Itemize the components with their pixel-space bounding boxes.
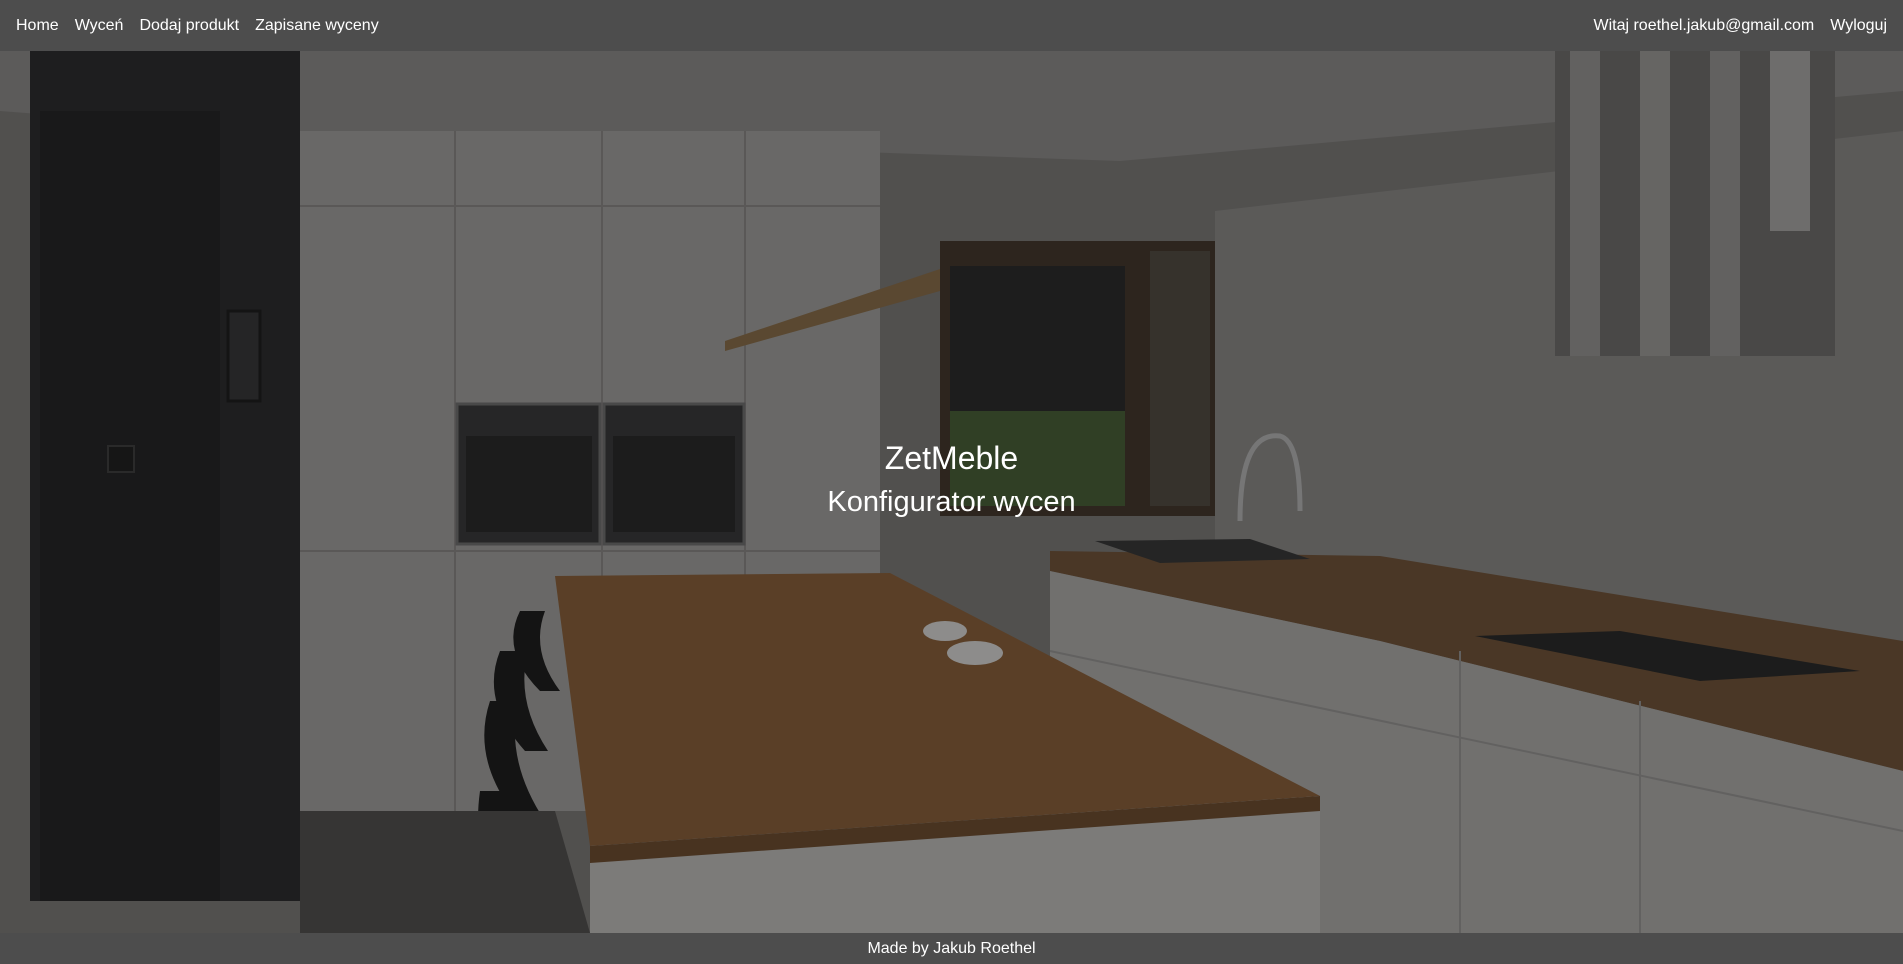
logout-link[interactable]: Wyloguj xyxy=(1830,17,1887,35)
nav-left-group: Home Wyceń Dodaj produkt Zapisane wyceny xyxy=(16,17,395,35)
hero-text-block: ZetMeble Konfigurator wycen xyxy=(0,436,1903,524)
top-navbar: Home Wyceń Dodaj produkt Zapisane wyceny… xyxy=(0,0,1903,51)
nav-saved-quotes-link[interactable]: Zapisane wyceny xyxy=(255,17,379,35)
page: Home Wyceń Dodaj produkt Zapisane wyceny… xyxy=(0,0,1903,964)
page-footer: Made by Jakub Roethel xyxy=(0,933,1903,964)
welcome-user-text: Witaj roethel.jakub@gmail.com xyxy=(1593,16,1815,34)
hero-section: ZetMeble Konfigurator wycen xyxy=(0,51,1903,933)
footer-credit-text: Made by Jakub Roethel xyxy=(867,939,1036,957)
hero-subtitle: Konfigurator wycen xyxy=(827,486,1076,518)
nav-add-product-link[interactable]: Dodaj produkt xyxy=(139,17,239,35)
nav-right-group: Witaj roethel.jakub@gmail.com Wyloguj xyxy=(1593,17,1887,35)
nav-quote-link[interactable]: Wyceń xyxy=(75,17,124,35)
nav-home-link[interactable]: Home xyxy=(16,17,59,35)
hero-title: ZetMeble xyxy=(884,440,1019,476)
